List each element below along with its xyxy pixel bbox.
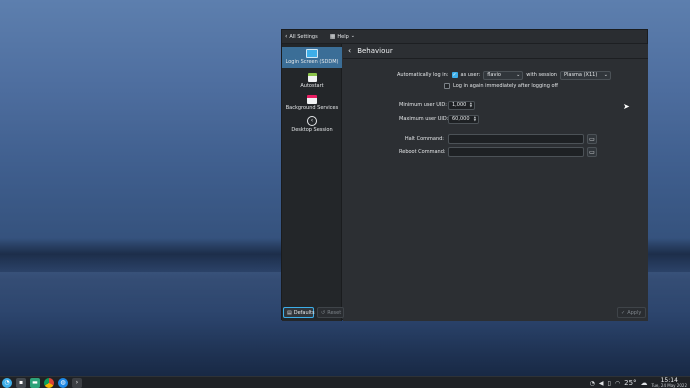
all-settings-label: All Settings xyxy=(289,33,318,40)
clock-date: Tue, 24 May 2022 xyxy=(651,383,687,388)
spin-arrows-icon[interactable]: ▲ ▼ xyxy=(474,116,476,122)
all-settings-button[interactable]: ‹ All Settings xyxy=(282,31,321,43)
reboot-command-input[interactable] xyxy=(448,147,584,157)
pager-icon[interactable]: ▪ xyxy=(16,377,26,388)
relogin-label: Log in again immediately after logging o… xyxy=(453,83,558,89)
session-select-value: Plasma (X11) xyxy=(563,72,598,78)
session-select[interactable]: Plasma (X11) ⌄ xyxy=(559,70,611,80)
sidebar-item-login-screen[interactable]: Login Screen (SDDM) xyxy=(282,47,342,68)
relogin-row: Log in again immediately after logging o… xyxy=(444,81,558,91)
sidebar-item-label: Desktop Session xyxy=(291,127,333,133)
apply-icon: ✓ xyxy=(621,309,626,316)
sidebar: Login Screen (SDDM) Autostart Background… xyxy=(282,44,342,321)
system-tray: ◔ ◀ ▯ ◠ 25° ☁ 15:14 Tue, 24 May 2022 xyxy=(590,377,690,388)
halt-browse-button[interactable]: ▭ xyxy=(587,134,597,144)
sidebar-item-background-services[interactable]: Background Services xyxy=(282,93,342,113)
notifications-icon[interactable]: ▯ xyxy=(608,380,611,387)
defaults-button[interactable]: ▤ Defaults xyxy=(283,307,315,318)
system-settings-window: ‹ All Settings ▦ Help ⌄ Login Screen (SD… xyxy=(281,29,648,321)
services-icon xyxy=(307,95,317,104)
help-label: Help xyxy=(337,33,349,40)
sidebar-item-label: Background Services xyxy=(285,105,339,111)
reboot-command-label: Reboot Command: xyxy=(399,149,446,155)
taskbar: ◔ ▪ ▬ ◍ › ◔ ◀ ▯ ◠ 25° ☁ 15:14 Tue, 24 Ma… xyxy=(0,376,690,388)
user-select-value: flavio xyxy=(487,72,501,78)
wifi-icon[interactable]: ◠ xyxy=(615,380,620,387)
autologin-label: Automatically log in: xyxy=(397,72,449,78)
relogin-checkbox[interactable] xyxy=(444,83,450,89)
sidebar-item-autostart[interactable]: Autostart xyxy=(282,71,342,91)
file-manager-icon[interactable]: ▬ xyxy=(30,377,40,388)
spin-arrows-icon[interactable]: ▲ ▼ xyxy=(470,102,472,108)
reset-label: Reset xyxy=(327,309,342,316)
grid-icon: ▦ xyxy=(329,32,336,40)
max-uid-label: Maximum user UID: xyxy=(399,116,449,122)
reboot-command-row: Reboot Command: ▭ xyxy=(399,147,597,157)
defaults-icon: ▤ xyxy=(287,309,292,316)
browser-icon[interactable]: ◍ xyxy=(58,377,68,388)
sidebar-item-label: Autostart xyxy=(300,83,324,89)
app-launcher-icon[interactable]: ◔ xyxy=(2,377,12,388)
reset-icon: ↺ xyxy=(321,309,326,316)
apply-label: Apply xyxy=(627,309,642,316)
weather-icon[interactable]: ☁ xyxy=(641,379,648,387)
monitor-icon xyxy=(306,49,318,58)
autologin-checkbox[interactable]: ✓ xyxy=(451,72,458,78)
user-select[interactable]: flavio ⌄ xyxy=(483,70,524,80)
mouse-cursor-icon: ➤ xyxy=(623,102,630,111)
weather-temperature[interactable]: 25° xyxy=(624,379,636,387)
chrome-icon[interactable] xyxy=(44,377,54,388)
chevron-down-icon: ⌄ xyxy=(350,33,355,39)
min-uid-row: Minimum user UID: 1,000 ▲ ▼ xyxy=(399,100,475,110)
min-uid-spinbox[interactable]: 1,000 ▲ ▼ xyxy=(448,100,475,110)
max-uid-spinbox[interactable]: 60,000 ▲ ▼ xyxy=(448,114,479,124)
back-icon[interactable]: ‹ xyxy=(348,47,351,55)
terminal-icon[interactable]: › xyxy=(72,377,82,388)
defaults-label: Defaults xyxy=(293,309,315,316)
as-user-label: as user: xyxy=(460,72,481,78)
max-uid-value: 60,000 xyxy=(452,116,470,122)
volume-icon[interactable]: ◀ xyxy=(599,380,604,387)
autologin-row: Automatically log in: ✓ as user: flavio … xyxy=(397,70,611,80)
reset-button[interactable]: ↺ Reset xyxy=(317,307,344,318)
window-toolbar: ‹ All Settings ▦ Help ⌄ xyxy=(282,30,647,44)
folder-icon: ▭ xyxy=(589,135,595,143)
halt-command-label: Halt Command: xyxy=(404,136,444,142)
autostart-icon xyxy=(307,73,317,82)
halt-command-input[interactable] xyxy=(448,134,584,144)
chevron-down-icon: ⌄ xyxy=(516,72,521,78)
main-panel: ‹ Behaviour Automatically log in: ✓ as u… xyxy=(343,44,648,321)
page-title: Behaviour xyxy=(357,47,393,55)
chevron-down-icon: ⌄ xyxy=(603,72,608,78)
reboot-browse-button[interactable]: ▭ xyxy=(587,147,597,157)
folder-icon: ▭ xyxy=(589,148,595,156)
with-session-label: with session xyxy=(526,72,557,78)
min-uid-label: Minimum user UID: xyxy=(399,102,447,108)
min-uid-value: 1,000 xyxy=(452,102,467,108)
clock[interactable]: 15:14 Tue, 24 May 2022 xyxy=(652,378,687,388)
apply-button[interactable]: ✓ Apply xyxy=(617,307,646,318)
max-uid-row: Maximum user UID: 60,000 ▲ ▼ xyxy=(399,114,479,124)
help-menu-button[interactable]: ▦ Help ⌄ xyxy=(327,31,358,43)
sidebar-item-label: Login Screen (SDDM) xyxy=(285,59,339,65)
halt-command-row: Halt Command: ▭ xyxy=(399,134,597,144)
chevron-left-icon: ‹ xyxy=(285,32,288,40)
desktop-session-icon: ‹ xyxy=(307,116,317,126)
page-header: ‹ Behaviour xyxy=(343,44,648,59)
network-icon[interactable]: ◔ xyxy=(590,380,595,387)
sidebar-item-desktop-session[interactable]: ‹ Desktop Session xyxy=(282,115,342,135)
